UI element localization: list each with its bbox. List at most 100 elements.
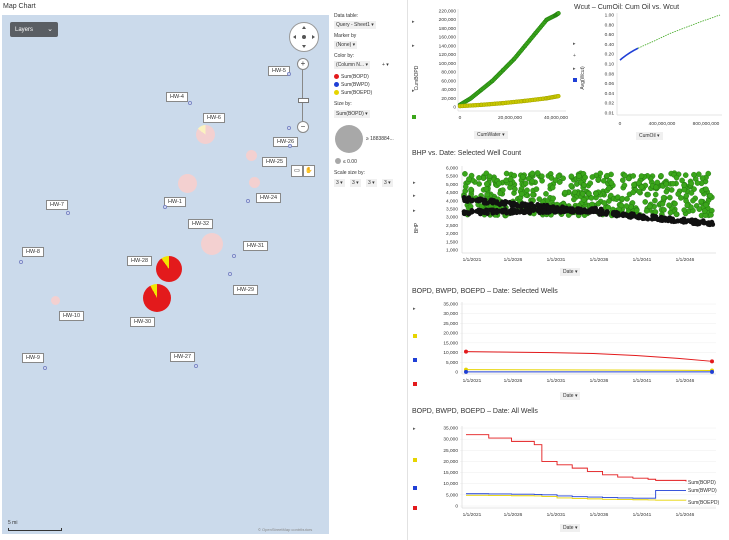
data-point	[646, 203, 653, 210]
data-point	[543, 190, 549, 197]
data-point	[533, 186, 540, 192]
well-label[interactable]: HW-9	[22, 353, 44, 363]
legend-color-add[interactable]: + ▾	[382, 62, 389, 68]
x-axis-selector[interactable]: Date ▾	[560, 392, 581, 400]
legend-color-heading: Color by:	[334, 53, 355, 59]
well-label[interactable]: HW-28	[127, 256, 153, 266]
well-label[interactable]: HW-31	[243, 241, 269, 251]
legend-scale-select[interactable]: 3 ▾	[382, 179, 393, 187]
well-label[interactable]: HW-8	[22, 247, 44, 257]
series-line	[466, 434, 687, 482]
well-marker[interactable]	[287, 72, 291, 76]
legend-item-label[interactable]: Sum(BOPD)	[341, 74, 369, 80]
data-point	[667, 215, 673, 221]
legend-marker-select[interactable]: (None) ▾	[334, 41, 358, 49]
legend-data-table-select[interactable]: Query - Sheet1 ▾	[334, 21, 376, 29]
legend-scale-select[interactable]: 3 ▾	[350, 179, 361, 187]
data-point	[550, 206, 556, 212]
rectangle-select-icon[interactable]: ▭	[291, 165, 303, 177]
data-point	[631, 181, 637, 188]
legend-size-select[interactable]: Sum(BOPD) ▾	[334, 110, 370, 118]
data-point	[701, 208, 708, 214]
well-pie-marker[interactable]	[51, 296, 60, 305]
well-marker[interactable]	[163, 205, 167, 209]
well-marker[interactable]	[287, 126, 291, 130]
y-tick-label: 80,000	[441, 70, 456, 76]
pan-arrows-icon	[293, 26, 315, 48]
data-point	[652, 197, 658, 204]
well-label[interactable]: HW-7	[46, 200, 68, 210]
well-pie-marker[interactable]	[246, 150, 257, 161]
well-label[interactable]: HW-10	[59, 311, 85, 321]
well-marker[interactable]	[43, 366, 47, 370]
well-marker[interactable]	[232, 254, 236, 258]
well-label[interactable]: HW-6	[203, 113, 225, 123]
data-point	[679, 177, 685, 184]
data-point	[478, 196, 483, 202]
legend-item-label[interactable]: Sum(BWPD)	[341, 82, 370, 88]
x-axis-selector[interactable]: CumOil ▾	[636, 132, 663, 140]
y-tick-label: 0.60	[605, 32, 615, 38]
hand-pan-icon[interactable]: ✋	[303, 165, 315, 177]
well-label[interactable]: HW-26	[273, 137, 299, 147]
well-marker[interactable]	[66, 211, 70, 215]
legend-scale-select[interactable]: 3 ▾	[334, 179, 345, 187]
well-pie-marker-active[interactable]	[156, 256, 182, 282]
x-tick-label: 0	[619, 121, 622, 127]
well-label[interactable]: HW-29	[233, 285, 259, 295]
y-tick-label: 3,000	[446, 215, 458, 221]
well-label[interactable]: HW-1	[164, 197, 186, 207]
x-axis-selector[interactable]: Date ▾	[560, 524, 581, 532]
y-tick-label: 100,000	[439, 61, 457, 67]
layers-button[interactable]: Layers ⌄	[10, 22, 58, 37]
x-axis-selector[interactable]: CumWater ▾	[474, 131, 508, 139]
well-marker[interactable]	[288, 144, 292, 148]
y-tick-label: 5,000	[446, 360, 458, 366]
legend-scale-select[interactable]: 3 ▾	[366, 179, 377, 187]
data-point	[707, 222, 713, 228]
bhp-plot[interactable]: BHP 6,000 5,500 5,000 4,500 4,000 3,500 3,000 2…	[410, 148, 727, 280]
data-point	[604, 172, 610, 179]
data-point	[589, 174, 596, 180]
wcut-chart: Wcut – CumOil: Cum Oil vs. Wcut ▸ + ▸ Av…	[570, 3, 727, 143]
cum-plot[interactable]: CumBOPD 220,000 200,000 180,000 160,000 140,…	[410, 3, 568, 143]
x-axis-selector[interactable]: Date ▾	[560, 268, 581, 276]
y-tick-label: 1,000	[446, 248, 458, 254]
well-pie-marker[interactable]	[249, 177, 260, 188]
well-pie-marker[interactable]	[201, 233, 223, 255]
pan-control[interactable]	[289, 22, 319, 52]
well-marker[interactable]	[246, 199, 250, 203]
legend-item-label[interactable]: Sum(BOEPD)	[341, 90, 372, 96]
well-label[interactable]: HW-25	[262, 157, 288, 167]
well-label[interactable]: HW-32	[188, 219, 214, 229]
zoom-out-button[interactable]: −	[297, 121, 309, 133]
well-label[interactable]: HW-30	[130, 317, 156, 327]
selected-wells-chart: BOPD, BWPD, BOEPD – Date: Selected Wells…	[410, 286, 727, 404]
data-point	[571, 189, 578, 195]
legend-size-min: ≤ 0.00	[343, 159, 357, 165]
wcut-plot[interactable]: Avg(Wcut) 1.00 0.80 0.60 0.40 0.20 0.10 0.08 0.…	[570, 3, 727, 143]
zoom-slider-thumb[interactable]	[298, 98, 309, 103]
data-point	[660, 194, 667, 201]
well-pie-marker[interactable]	[196, 125, 215, 144]
well-marker[interactable]	[19, 260, 23, 264]
y-tick-label: 5,000	[446, 492, 458, 498]
well-label[interactable]: HW-4	[166, 92, 188, 102]
y-axis-label: BHP	[414, 222, 420, 233]
well-label[interactable]: HW-27	[170, 352, 196, 362]
x-tick-label: 1/1/2041	[633, 512, 652, 518]
well-pie-marker[interactable]	[178, 174, 197, 193]
well-label[interactable]: HW-24	[256, 193, 282, 203]
data-point	[558, 209, 564, 215]
data-point	[576, 173, 582, 179]
well-marker[interactable]	[194, 364, 198, 368]
data-point	[520, 174, 526, 180]
well-marker[interactable]	[188, 101, 192, 105]
well-marker[interactable]	[228, 272, 232, 276]
well-pie-marker-active[interactable]	[143, 284, 171, 312]
selected-wells-plot[interactable]: 35,000 30,000 25,000 20,000 15,000 10,000 5,00…	[410, 286, 727, 404]
all-wells-plot[interactable]: 35,000 30,000 25,000 20,000 15,000 10,000 5,00…	[410, 406, 727, 538]
scale-bar	[8, 528, 62, 531]
zoom-in-button[interactable]: +	[297, 58, 309, 70]
legend-color-select[interactable]: (Column N... ▾	[334, 61, 370, 69]
